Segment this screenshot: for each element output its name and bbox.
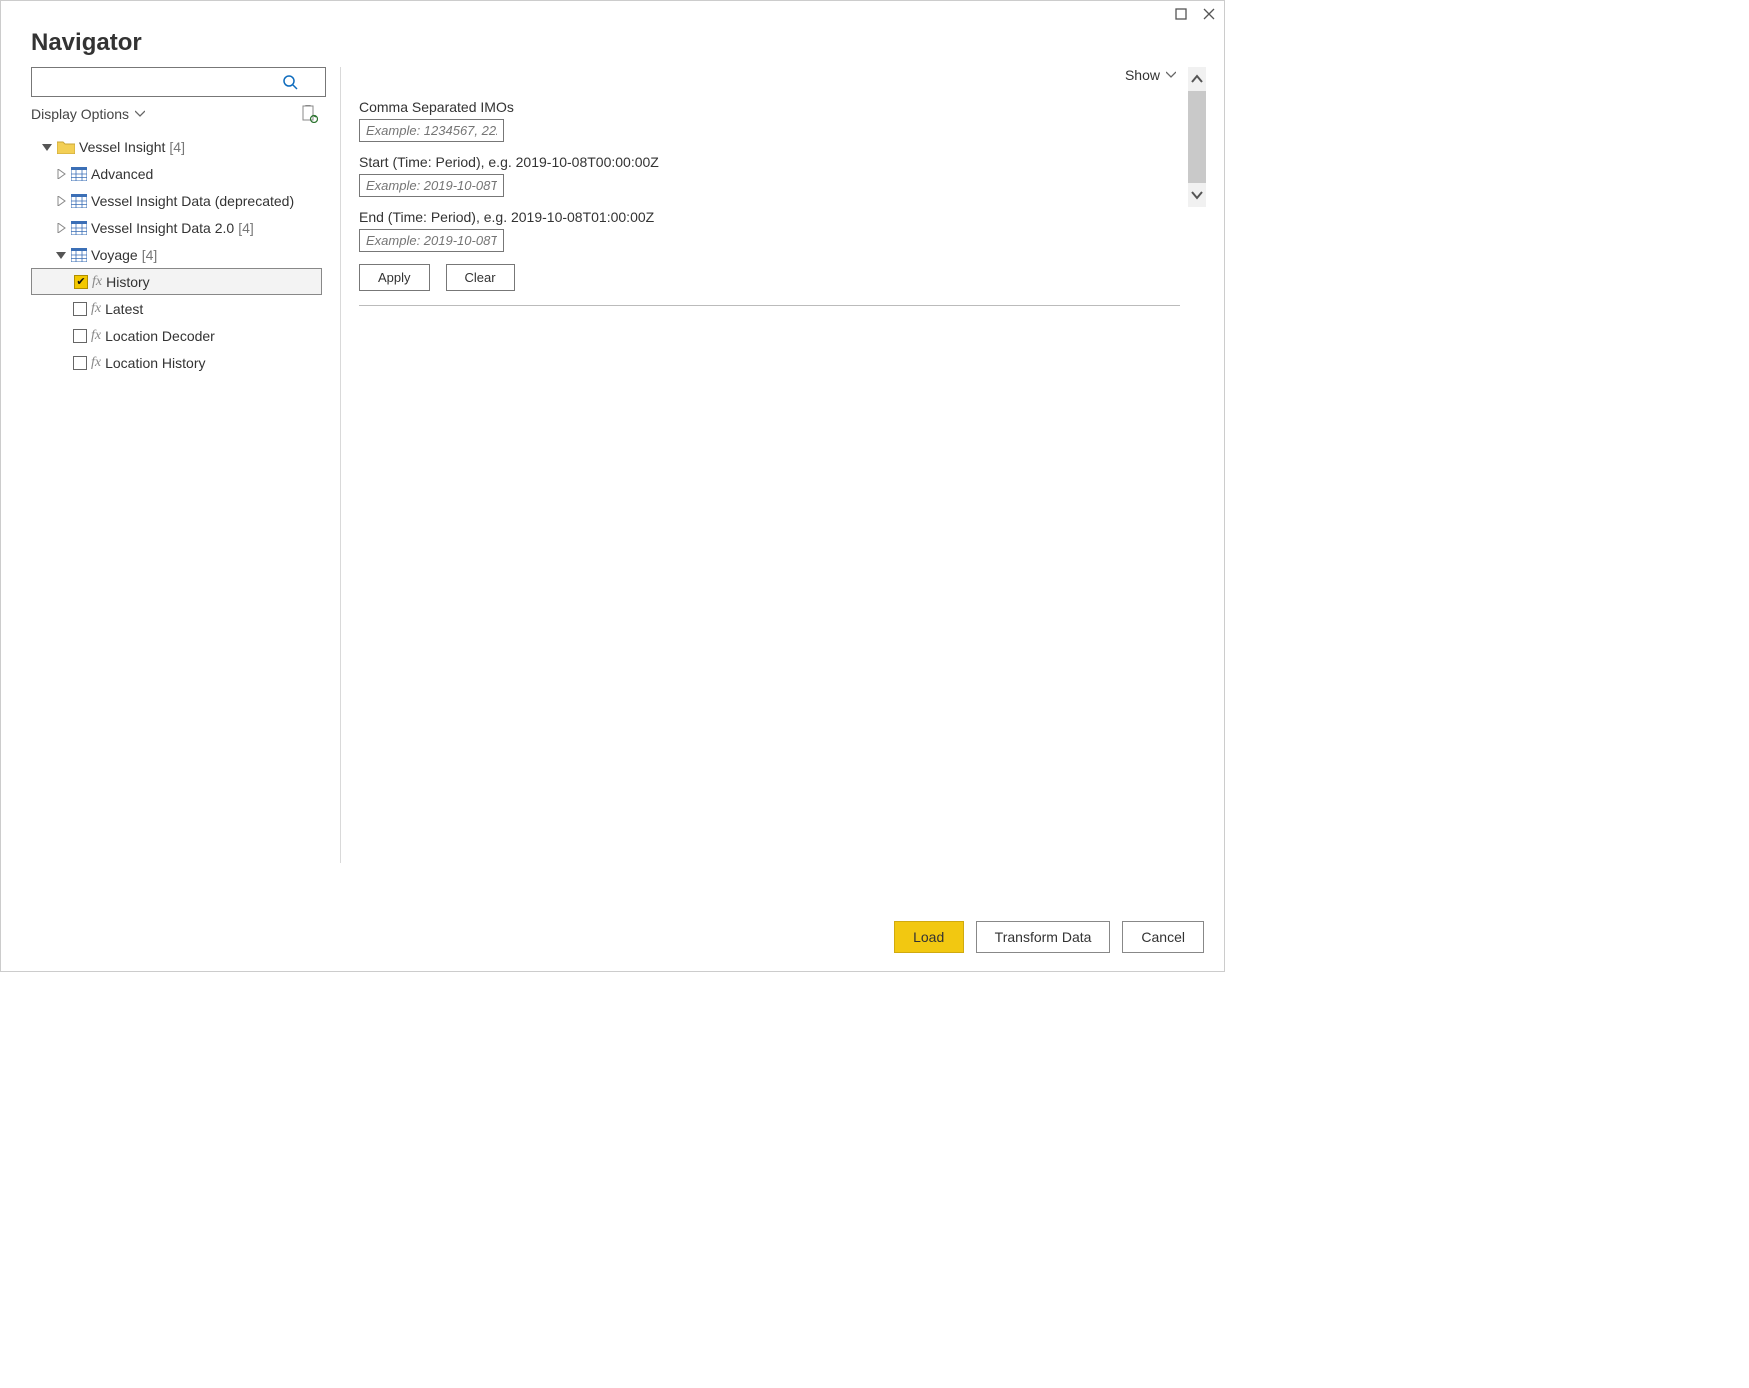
- transform-data-button[interactable]: Transform Data: [976, 921, 1111, 953]
- table-icon: [71, 167, 87, 181]
- field-label-end: End (Time: Period), e.g. 2019-10-08T01:0…: [359, 209, 1180, 225]
- right-pane: Show Comma Separated IMOs Start (Time: P…: [341, 67, 1206, 903]
- tree-root-vessel-insight[interactable]: Vessel Insight [4]: [31, 133, 322, 160]
- clear-button[interactable]: Clear: [446, 264, 515, 291]
- display-options-dropdown[interactable]: Display Options: [31, 106, 145, 122]
- tree-item-count: [4]: [238, 220, 254, 236]
- checkbox-checked[interactable]: ✔: [74, 275, 88, 289]
- tree-item-advanced[interactable]: Advanced: [31, 160, 322, 187]
- folder-icon: [57, 140, 75, 154]
- scroll-down-icon[interactable]: [1188, 185, 1206, 205]
- tree-leaf-label: Latest: [105, 301, 143, 317]
- chevron-down-icon: [135, 110, 145, 118]
- collapse-icon[interactable]: [41, 141, 53, 153]
- tree-root-label: Vessel Insight: [79, 139, 165, 155]
- tree-leaf-location-history[interactable]: fx Location History: [31, 349, 322, 376]
- expand-icon[interactable]: [55, 195, 67, 207]
- button-row: Apply Clear: [359, 264, 1180, 291]
- tree: Vessel Insight [4] Advanced: [31, 133, 322, 376]
- tree-leaf-label: Location History: [105, 355, 205, 371]
- function-icon: fx: [91, 355, 101, 371]
- checkbox[interactable]: [73, 329, 87, 343]
- page-title: Navigator: [31, 29, 1194, 57]
- navigator-window: Navigator Display Options: [0, 0, 1225, 972]
- search-wrap: [31, 67, 322, 97]
- start-input[interactable]: [359, 174, 504, 197]
- tree-leaf-location-decoder[interactable]: fx Location Decoder: [31, 322, 322, 349]
- tree-item-count: [4]: [142, 247, 158, 263]
- expand-icon[interactable]: [55, 222, 67, 234]
- divider: [359, 305, 1180, 306]
- scroll-thumb[interactable]: [1188, 91, 1206, 183]
- body: Display Options Vessel: [1, 67, 1224, 903]
- field-label-start: Start (Time: Period), e.g. 2019-10-08T00…: [359, 154, 1180, 170]
- load-button[interactable]: Load: [894, 921, 964, 953]
- display-options-label: Display Options: [31, 106, 129, 122]
- tree-item-label: Vessel Insight Data (deprecated): [91, 193, 294, 209]
- close-icon[interactable]: [1202, 7, 1216, 21]
- expand-icon[interactable]: [55, 168, 67, 180]
- search-icon[interactable]: [282, 74, 298, 90]
- show-label: Show: [1125, 67, 1160, 83]
- checkbox[interactable]: [73, 302, 87, 316]
- tree-leaf-history[interactable]: ✔ fx History: [31, 268, 322, 295]
- tree-leaf-latest[interactable]: fx Latest: [31, 295, 322, 322]
- tree-item-vessel-insight-data-2[interactable]: Vessel Insight Data 2.0 [4]: [31, 214, 322, 241]
- footer: Load Transform Data Cancel: [1, 903, 1224, 971]
- tree-item-vessel-insight-data-deprecated[interactable]: Vessel Insight Data (deprecated): [31, 187, 322, 214]
- display-options-row: Display Options: [31, 105, 322, 123]
- function-icon: fx: [92, 274, 102, 290]
- tree-item-label: Advanced: [91, 166, 153, 182]
- tree-item-voyage[interactable]: Voyage [4]: [31, 241, 322, 268]
- end-input[interactable]: [359, 229, 504, 252]
- imos-input[interactable]: [359, 119, 504, 142]
- show-dropdown[interactable]: Show: [1125, 67, 1176, 83]
- table-icon: [71, 248, 87, 262]
- function-icon: fx: [91, 301, 101, 317]
- maximize-icon[interactable]: [1174, 7, 1188, 21]
- window-titlebar: [1, 1, 1224, 27]
- refresh-icon[interactable]: [302, 105, 318, 123]
- tree-leaf-label: History: [106, 274, 150, 290]
- tree-leaf-label: Location Decoder: [105, 328, 215, 344]
- field-label-imos: Comma Separated IMOs: [359, 99, 1180, 115]
- table-icon: [71, 221, 87, 235]
- apply-button[interactable]: Apply: [359, 264, 430, 291]
- form-area: Show Comma Separated IMOs Start (Time: P…: [341, 67, 1188, 903]
- tree-root-count: [4]: [169, 139, 185, 155]
- show-row: Show: [359, 67, 1180, 83]
- collapse-icon[interactable]: [55, 249, 67, 261]
- scrollbar[interactable]: [1188, 67, 1206, 207]
- tree-item-label: Voyage: [91, 247, 138, 263]
- left-pane: Display Options Vessel: [31, 67, 341, 863]
- scroll-up-icon[interactable]: [1188, 69, 1206, 89]
- cancel-button[interactable]: Cancel: [1122, 921, 1204, 953]
- header: Navigator: [1, 27, 1224, 67]
- function-icon: fx: [91, 328, 101, 344]
- checkbox[interactable]: [73, 356, 87, 370]
- table-icon: [71, 194, 87, 208]
- chevron-down-icon: [1166, 71, 1176, 79]
- tree-item-label: Vessel Insight Data 2.0: [91, 220, 234, 236]
